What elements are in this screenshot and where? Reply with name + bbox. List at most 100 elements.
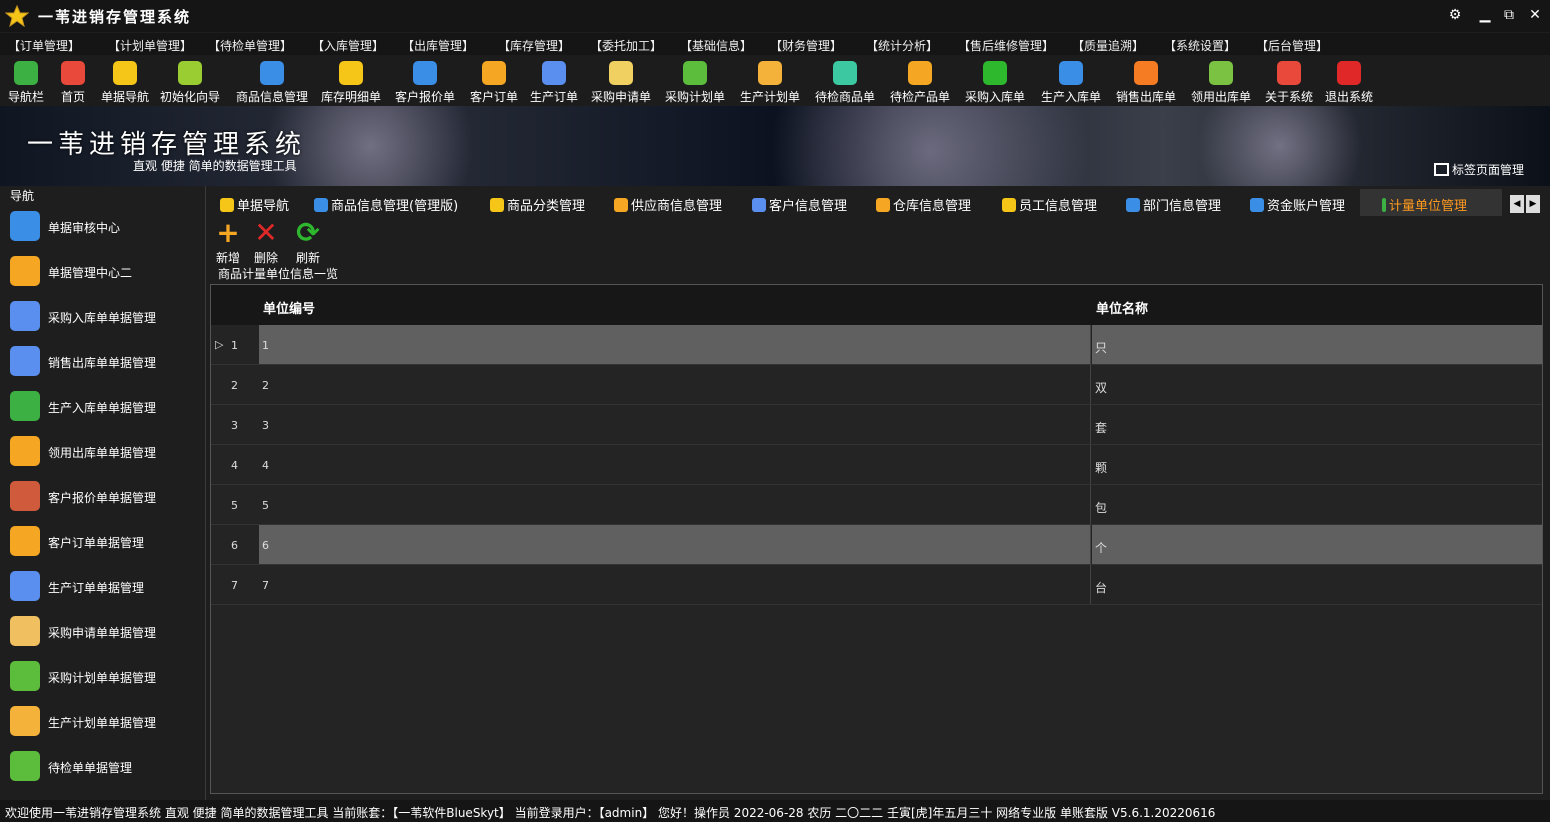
toolbar-button-7[interactable]: 客户报价单: [390, 59, 460, 105]
toolbar-button-20[interactable]: 退出系统: [1320, 59, 1378, 105]
toolbar-button-18[interactable]: 领用出库单: [1186, 59, 1256, 105]
sidebar-item[interactable]: 采购申请单单据管理: [0, 610, 205, 655]
toolbar-button-19[interactable]: 关于系统: [1262, 59, 1316, 105]
settings-icon[interactable]: ⚙: [1447, 7, 1463, 23]
menu-item[interactable]: 【系统设置】: [1164, 37, 1236, 54]
sidebar-item[interactable]: 销售出库单单据管理: [0, 340, 205, 385]
table-row[interactable]: 66个: [211, 525, 1542, 565]
sidebar-item[interactable]: 生产计划单单据管理: [0, 700, 205, 745]
cell-unit-name[interactable]: 颗: [1092, 445, 1542, 484]
toolbar-button-label: 商品信息管理: [235, 90, 308, 104]
delete-button[interactable]: ✕ 删除: [248, 219, 284, 266]
tab-8[interactable]: 部门信息管理: [1124, 189, 1238, 216]
table-row[interactable]: 22双: [211, 365, 1542, 405]
close-icon[interactable]: ✕: [1527, 7, 1543, 23]
refresh-button[interactable]: ⟳ 刷新: [290, 219, 326, 266]
grid-icon: [10, 211, 40, 241]
sidebar-item[interactable]: 生产入库单单据管理: [0, 385, 205, 430]
tab-manager-label: 标签页面管理: [1451, 163, 1524, 177]
tab-4[interactable]: 供应商信息管理: [612, 189, 738, 216]
unit-grid[interactable]: 单位编号 单位名称 ▷ 1 1 只 2 2 双 3 3 套 4 4 颗 5 5 包 6 6 个 7 7 台: [210, 284, 1543, 794]
tab-10[interactable]: 计量单位管理: [1360, 189, 1502, 216]
tab-bar: 单据导航 商品信息管理(管理版) 商品分类管理 供应商信息管理 客户信息管理 仓库信息管理…: [210, 189, 1550, 217]
menu-item[interactable]: 【售后维修管理】: [958, 37, 1054, 54]
toolbar-button-8[interactable]: 客户订单: [466, 59, 522, 105]
cell-unit-name[interactable]: 双: [1092, 365, 1542, 404]
toolbar-button-5[interactable]: 商品信息管理: [232, 59, 312, 105]
minimize-icon[interactable]: ▁: [1477, 7, 1493, 23]
cell-unit-name[interactable]: 个: [1092, 525, 1542, 564]
menu-item[interactable]: 【基础信息】: [680, 37, 752, 54]
toolbar-button-label: 生产入库单: [1040, 90, 1101, 104]
menu-item[interactable]: 【订单管理】: [8, 37, 80, 54]
toolbar-button-2[interactable]: 首页: [56, 59, 90, 105]
sidebar-item[interactable]: 客户订单单据管理: [0, 520, 205, 565]
sidebar-item[interactable]: 待检单单据管理: [0, 745, 205, 790]
menu-item[interactable]: 【统计分析】: [866, 37, 938, 54]
column-header-code[interactable]: 单位编号: [263, 298, 315, 317]
status-text: 欢迎使用一苇进销存管理系统 直观 便捷 简单的数据管理工具 当前账套：【一苇软件…: [5, 806, 1216, 820]
toolbar-button-13[interactable]: 待检商品单: [810, 59, 880, 105]
toolbar-button-16[interactable]: 生产入库单: [1036, 59, 1106, 105]
sidebar-item[interactable]: 单据管理中心二: [0, 250, 205, 295]
tab-manager-icon: [1433, 163, 1449, 176]
sidebar-item[interactable]: 单据审核中心: [0, 205, 205, 250]
cell-unit-code[interactable]: 1: [259, 325, 1091, 364]
table-row[interactable]: ▷ 1 1 只: [211, 325, 1542, 365]
toolbar-button-17[interactable]: 销售出库单: [1112, 59, 1180, 105]
menu-item[interactable]: 【质量追溯】: [1072, 37, 1144, 54]
toolbar-button-6[interactable]: 库存明细单: [318, 59, 384, 105]
tab-7[interactable]: 员工信息管理: [1000, 189, 1114, 216]
table-row[interactable]: 33套: [211, 405, 1542, 445]
cell-unit-code[interactable]: 4: [259, 445, 1091, 484]
toolbar-button-12[interactable]: 生产计划单: [734, 59, 806, 105]
table-row[interactable]: 55包: [211, 485, 1542, 525]
sidebar-item[interactable]: 领用出库单单据管理: [0, 430, 205, 475]
tab-5[interactable]: 客户信息管理: [750, 189, 868, 216]
toolbar-button-15[interactable]: 采购入库单: [960, 59, 1030, 105]
tab-scroll-left-icon[interactable]: ◀: [1510, 195, 1524, 213]
tab-3[interactable]: 商品分类管理: [488, 189, 602, 216]
menu-item[interactable]: 【计划单管理】: [108, 37, 192, 54]
menu-item[interactable]: 【出库管理】: [402, 37, 474, 54]
cell-unit-code[interactable]: 5: [259, 485, 1091, 524]
menu-item[interactable]: 【库存管理】: [498, 37, 570, 54]
add-button[interactable]: + 新增: [210, 219, 246, 266]
sidebar-item[interactable]: 生产订单单据管理: [0, 565, 205, 610]
column-header-name[interactable]: 单位名称: [1096, 298, 1148, 317]
toolbar-button-10[interactable]: 采购申请单: [586, 59, 656, 105]
cell-unit-code[interactable]: 3: [259, 405, 1091, 444]
table-row[interactable]: 44颗: [211, 445, 1542, 485]
toolbar-button-9[interactable]: 生产订单: [526, 59, 582, 105]
toolbar-button-4[interactable]: 初始化向导: [156, 59, 224, 105]
menu-item[interactable]: 【入库管理】: [312, 37, 384, 54]
sidebar-item[interactable]: 采购计划单单据管理: [0, 655, 205, 700]
cell-unit-name[interactable]: 包: [1092, 485, 1542, 524]
cell-unit-code[interactable]: 6: [259, 525, 1091, 564]
cell-unit-name[interactable]: 只: [1092, 325, 1542, 364]
toolbar-button-11[interactable]: 采购计划单: [660, 59, 730, 105]
cell-unit-code[interactable]: 7: [259, 565, 1091, 604]
sidebar-item[interactable]: 采购入库单单据管理: [0, 295, 205, 340]
tab-9[interactable]: 资金账户管理: [1248, 189, 1362, 216]
toolbar-button-1[interactable]: 导航栏: [4, 59, 48, 105]
cell-unit-code[interactable]: 2: [259, 365, 1091, 404]
tab-manager-button[interactable]: 标签页面管理: [1433, 161, 1524, 178]
menu-item[interactable]: 【待检单管理】: [208, 37, 292, 54]
menu-item[interactable]: 【财务管理】: [770, 37, 842, 54]
table-row[interactable]: 77台: [211, 565, 1542, 605]
tab-scroll-right-icon[interactable]: ▶: [1526, 195, 1540, 213]
cell-unit-name[interactable]: 套: [1092, 405, 1542, 444]
toolbar-button-label: 客户订单: [469, 90, 518, 104]
tab-2[interactable]: 商品信息管理(管理版): [312, 189, 472, 216]
cell-unit-name[interactable]: 台: [1092, 565, 1542, 604]
sidebar-item[interactable]: 客户报价单单据管理: [0, 475, 205, 520]
menu-item[interactable]: 【委托加工】: [590, 37, 662, 54]
row-number: 7: [231, 579, 238, 592]
toolbar-button-14[interactable]: 待检产品单: [884, 59, 956, 105]
menu-item[interactable]: 【后台管理】: [1256, 37, 1328, 54]
tab-6[interactable]: 仓库信息管理: [874, 189, 990, 216]
tab-1[interactable]: 单据导航: [218, 189, 312, 216]
restore-icon[interactable]: ⧉: [1501, 7, 1517, 23]
toolbar-button-3[interactable]: 单据导航: [98, 59, 152, 105]
